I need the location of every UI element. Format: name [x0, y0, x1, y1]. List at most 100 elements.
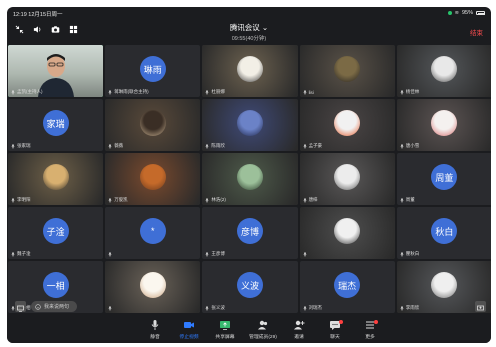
- participant-name: 孟凯(主持人): [17, 89, 43, 94]
- avatar-initials: 一相: [46, 280, 65, 291]
- participant-tile[interactable]: 陈雨欣: [202, 99, 298, 151]
- avatar: 一相: [42, 272, 69, 299]
- toolbar-label: 管理成员(29): [249, 335, 277, 340]
- participant-tile[interactable]: 杜丽娜: [202, 45, 298, 97]
- battery-icon: [476, 11, 485, 15]
- participant-label: 陈雨欣: [205, 143, 225, 149]
- participant-label: 王彦博: [205, 251, 225, 257]
- avatar: 琳雨: [139, 56, 166, 83]
- avatar-initials: 义波: [240, 280, 259, 291]
- participant-tile[interactable]: 唐小雪: [396, 99, 491, 151]
- avatar: 秋白: [431, 218, 458, 245]
- avatar: [236, 110, 263, 137]
- avatar-initials: 瑞杰: [338, 280, 357, 291]
- participant-tile[interactable]: 家瑞张家瑞: [8, 99, 104, 151]
- participant-name: 张家瑞: [17, 143, 31, 148]
- mic-icon: [400, 89, 404, 95]
- mic-icon: [205, 89, 209, 95]
- mic-icon: [108, 306, 112, 311]
- toolbar-label: 更多: [365, 335, 375, 340]
- wifi-icon: ≋: [454, 10, 459, 16]
- avatar: [42, 164, 69, 191]
- mic-icon: [11, 251, 15, 257]
- participant-tile[interactable]: 琳雨蒋琳雨(联合主持): [105, 45, 201, 97]
- participant-label: 瞿秋白: [400, 251, 420, 257]
- mic-icon: [205, 143, 209, 149]
- meeting-screen: 12:19 12月15日周一 ≋ 95% 腾讯会议 ⌄ 09:55(40分钟) …: [7, 7, 491, 343]
- participant-name: 薇薇: [114, 143, 124, 148]
- participant-tile[interactable]: [299, 207, 395, 259]
- participant-name: 孟子豪: [308, 143, 323, 148]
- mic-icon: [108, 252, 112, 257]
- participant-name: 瞿秋白: [405, 251, 420, 256]
- end-meeting-button[interactable]: 结束: [470, 27, 483, 37]
- share-screen-float-button[interactable]: [475, 301, 486, 312]
- avatar: [139, 110, 166, 137]
- participant-name: 万俊凯: [114, 197, 128, 202]
- mic-icon: [302, 305, 307, 311]
- toolbar-label: 聊天: [330, 335, 340, 340]
- participant-tile[interactable]: lisi: [299, 45, 395, 97]
- mic-icon: [108, 89, 112, 95]
- avatar: [431, 110, 458, 137]
- participant-name: 蒋琳雨(联合主持): [114, 89, 149, 94]
- participant-name: 周董: [405, 197, 415, 202]
- participant-grid: 孟凯(主持人) 琳雨 蒋琳雨(联合主持) 杜丽娜 lisi 杨佳林 家瑞 张家瑞 薇薇 陈雨欣 孟子…: [7, 45, 491, 313]
- participant-label: 万俊凯: [108, 197, 128, 203]
- participant-name: lisi: [308, 90, 314, 95]
- avatar: [139, 164, 166, 191]
- participant-label: 杨佳林: [400, 89, 419, 95]
- mic-icon: [302, 90, 307, 95]
- participant-tile[interactable]: 子淦 魏子淦: [8, 207, 104, 259]
- notification-dot-icon: [339, 320, 343, 324]
- mic-icon: [108, 197, 112, 203]
- mic-icon: [151, 320, 159, 330]
- mic-icon: [205, 251, 209, 257]
- avatar-initials: 琳雨: [143, 64, 162, 75]
- avatar: [334, 218, 361, 245]
- avatar-initials: 家瑞: [46, 118, 65, 129]
- participant-tile[interactable]: [105, 261, 201, 313]
- status-bar: 12:19 12月15日周一 ≋ 95%: [7, 7, 491, 19]
- participant-name: 林浩(2): [211, 197, 226, 202]
- participant-tile[interactable]: 杨佳林: [396, 45, 491, 97]
- avatar: [334, 110, 361, 137]
- avatar: *: [139, 218, 166, 245]
- participant-tile[interactable]: 唐梓: [299, 153, 395, 205]
- participant-name: 唐小雪: [405, 143, 420, 148]
- participant-tile[interactable]: 万俊凯: [105, 153, 201, 205]
- participant-name: 张义波: [211, 305, 225, 310]
- participant-tile[interactable]: 薇薇: [105, 99, 201, 151]
- participant-tile[interactable]: 秋白瞿秋白: [396, 207, 491, 259]
- participant-label: 张义波: [205, 305, 225, 311]
- meeting-title-area[interactable]: 腾讯会议 ⌄ 09:55(40分钟): [7, 22, 491, 42]
- participant-tile[interactable]: 彦博 王彦博: [202, 207, 298, 259]
- avatar: 家瑞: [42, 110, 69, 137]
- mic-icon: [302, 143, 307, 149]
- meeting-title[interactable]: 腾讯会议 ⌄: [7, 22, 491, 33]
- meeting-duration: 09:55(40分钟): [231, 36, 267, 42]
- participant-tile[interactable]: *: [105, 207, 201, 259]
- toolbar-invite-button[interactable]: 邀请: [282, 319, 316, 340]
- toolbar-members-button[interactable]: 管理成员(29): [246, 319, 280, 340]
- toolbar-mute-button[interactable]: 静音: [138, 319, 172, 340]
- participant-tile[interactable]: 瑞杰刘瑞杰: [299, 261, 395, 313]
- participant-label: 薇薇: [108, 143, 123, 149]
- share-panel-button[interactable]: [15, 301, 26, 312]
- participant-tile[interactable]: 孟子豪: [299, 99, 395, 151]
- participant-name: 刘瑞杰: [308, 305, 323, 310]
- chat-quick-input[interactable]: 我来说两句: [31, 301, 78, 312]
- participant-tile[interactable]: 林浩(2): [202, 153, 298, 205]
- participant-tile[interactable]: 李明阳: [8, 153, 104, 205]
- toolbar-video-button[interactable]: 停止视频: [172, 319, 206, 340]
- participant-label: [108, 306, 114, 311]
- participant-tile[interactable]: 义波张义波: [202, 261, 298, 313]
- participant-tile[interactable]: 孟凯(主持人): [8, 45, 104, 97]
- toolbar-chat-button[interactable]: 聊天: [318, 319, 352, 340]
- participant-label: 刘瑞杰: [302, 305, 323, 311]
- avatar: [236, 164, 263, 191]
- participant-name: 陈雨欣: [211, 143, 225, 148]
- toolbar-share-button[interactable]: 共享屏幕: [208, 319, 242, 340]
- participant-tile[interactable]: 周董 周董: [396, 153, 491, 205]
- toolbar-more-button[interactable]: 更多: [353, 319, 387, 340]
